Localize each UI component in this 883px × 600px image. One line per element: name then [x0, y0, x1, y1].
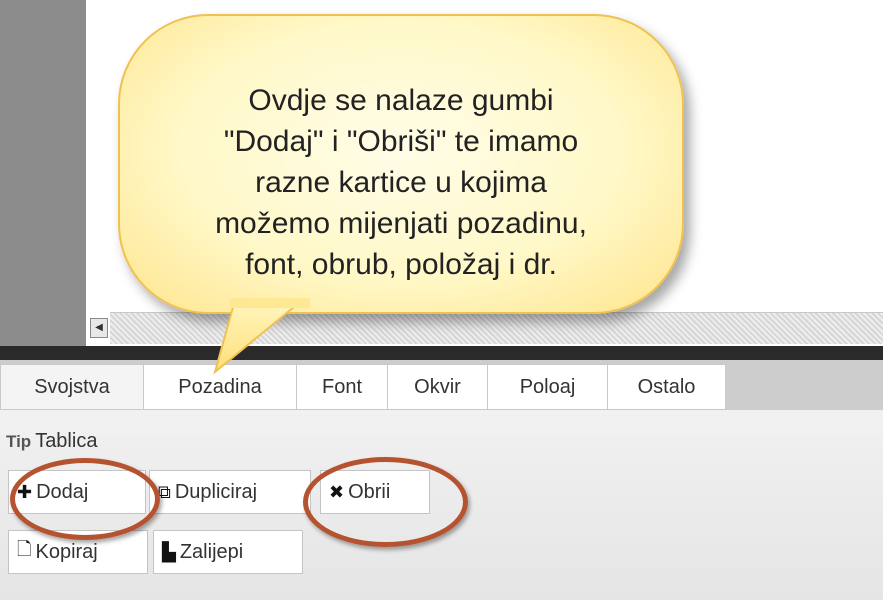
tab-svojstva[interactable]: Svojstva: [0, 364, 144, 410]
left-gray-area: [0, 0, 86, 352]
copy-icon: 🗋: [17, 539, 32, 560]
horizontal-scrollbar[interactable]: ◀: [86, 312, 883, 344]
callout-line: razne kartice u kojima: [255, 166, 547, 199]
paste-button-label: Zalijepi: [179, 540, 244, 563]
callout-line: možemo mijenjati pozadinu,: [215, 207, 587, 240]
callout-text: Ovdje se nalaze gumbi "Dodaj" i "Obriši"…: [118, 80, 684, 285]
type-value: Tablica: [35, 430, 98, 452]
callout-line: font, obrub, položaj i dr.: [245, 248, 557, 281]
scroll-left-arrow-icon[interactable]: ◀: [90, 318, 108, 338]
tab-font[interactable]: Font: [296, 364, 388, 410]
tab-polozaj[interactable]: Poloaj: [487, 364, 608, 410]
copy-button-label: Kopiraj: [35, 540, 98, 563]
scrollbar-track[interactable]: [110, 312, 883, 344]
tab-okvir[interactable]: Okvir: [387, 364, 488, 410]
type-label: Tip: [6, 432, 32, 451]
tab-ostalo[interactable]: Ostalo: [607, 364, 726, 410]
highlight-circle-add: [10, 458, 160, 540]
tab-bar: Svojstva Pozadina Font Okvir Poloaj Osta…: [0, 360, 883, 410]
duplicate-button[interactable]: ⧉ Dupliciraj: [149, 470, 311, 514]
paste-button[interactable]: ▙ Zalijepi: [153, 530, 303, 574]
tab-pozadina[interactable]: Pozadina: [143, 364, 297, 410]
divider-bar: [0, 346, 883, 360]
callout-line: "Dodaj" i "Obriši" te imamo: [223, 125, 579, 158]
duplicate-button-label: Dupliciraj: [174, 480, 258, 503]
type-row: Tip Tablica: [6, 430, 97, 453]
callout-line: Ovdje se nalaze gumbi: [248, 84, 554, 117]
highlight-circle-delete: [303, 457, 468, 547]
paste-icon: ▙: [162, 541, 176, 563]
